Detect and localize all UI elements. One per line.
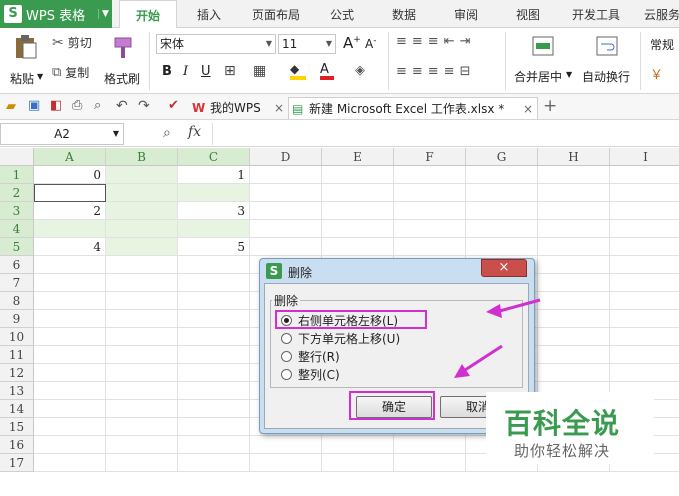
watermark: 百科全说 助你轻松解决 [486, 392, 654, 464]
arrow-head-icon [454, 364, 470, 378]
watermark-subtitle: 助你轻松解决 [514, 442, 611, 460]
watermark-title: 百科全说 [504, 407, 621, 440]
arrow-head-icon [486, 304, 502, 318]
arrow-line [495, 298, 541, 314]
arrow-line [461, 344, 503, 374]
